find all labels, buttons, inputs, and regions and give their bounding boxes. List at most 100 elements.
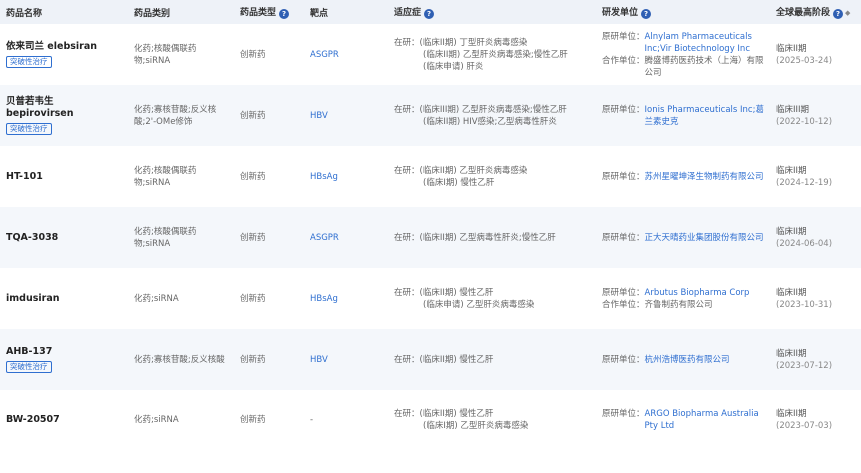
cell-org: 原研单位： Arbutus Biopharma Corp 合作单位： 齐鲁制药有限公司: [596, 268, 770, 329]
cell-category: 化药;siRNA: [134, 415, 179, 425]
phase-date: (2022-10-12): [776, 116, 833, 127]
org-line: 原研单位： 杭州浩博医药有限公司: [602, 354, 730, 366]
partner-name: 腾盛博药医药技术（上海）有限公司: [644, 55, 764, 78]
cell-phase: 临床III期 (2022-10-12): [770, 85, 861, 146]
cell-name: HT-101: [0, 146, 128, 207]
phase-label: 临床II期: [776, 226, 807, 237]
target-link[interactable]: HBsAg: [310, 172, 338, 182]
indication-line: (临床I期) 乙型肝炎病毒感染: [423, 421, 529, 431]
table-row[interactable]: AHB-137 突破性治疗 化药;寡核苷酸;反义核酸 创新药 HBV 在研：(临床II期)…: [0, 329, 861, 390]
phase-date: (2023-07-12): [776, 360, 833, 371]
phase-date: (2023-10-31): [776, 299, 833, 310]
phase-label: 临床II期: [776, 287, 807, 298]
col-header-phase[interactable]: 全球最高阶段? ◆: [770, 0, 861, 24]
target-link[interactable]: HBV: [310, 355, 328, 365]
org-line: 原研单位： Alnylam Pharmaceuticals Inc;Vir Bio…: [602, 31, 764, 55]
cell-indication: 在研：(临床III期) 乙型肝炎病毒感染;慢性乙肝 (临床II期) HIV感染;乙…: [388, 85, 596, 146]
org-link[interactable]: 正大天晴药业集团股份有限公司: [645, 232, 764, 244]
col-header-indication[interactable]: 适应症?: [388, 0, 596, 24]
col-header-org[interactable]: 研发单位?: [596, 0, 770, 24]
org-line: 原研单位： Ionis Pharmaceuticals Inc;葛兰素史克: [602, 104, 764, 128]
cell-org: 原研单位： Alnylam Pharmaceuticals Inc;Vir Bio…: [596, 24, 770, 85]
drug-name-link[interactable]: 贝普若韦生 bepirovirsen: [6, 96, 122, 120]
cell-name: 依来司兰 elebsiran 突破性治疗: [0, 24, 128, 85]
org-link[interactable]: 苏州星曜坤泽生物制药有限公司: [645, 171, 764, 183]
drug-table: 药品名称 药品类别 药品类型? 靶点 适应症? 研发单位? 全球最高阶段? ◆ 依…: [0, 0, 861, 450]
target-link[interactable]: ASGPR: [310, 233, 339, 243]
cell-type: 创新药: [234, 329, 304, 390]
org-line: 原研单位： 正大天晴药业集团股份有限公司: [602, 232, 764, 244]
cell-target: ASGPR: [304, 207, 388, 268]
org-line: 原研单位： Arbutus Biopharma Corp: [602, 287, 750, 299]
cell-phase: 临床II期 (2023-07-12): [770, 329, 861, 390]
phase-label: 临床II期: [776, 348, 807, 359]
help-icon[interactable]: ?: [424, 9, 435, 19]
org-link[interactable]: ARGO Biopharma Australia Pty Ltd: [645, 408, 764, 432]
indication-line: 在研：(临床II期) 慢性乙肝: [394, 354, 494, 365]
phase-date: (2025-03-24): [776, 55, 833, 66]
indication-line: (临床申请) 肝炎: [423, 61, 484, 72]
indication-line: (临床申请) 乙型肝炎病毒感染: [423, 299, 535, 310]
cell-type: 创新药: [240, 415, 266, 425]
target-link[interactable]: HBsAg: [310, 294, 338, 304]
sort-icon[interactable]: ◆: [845, 9, 850, 17]
cell-phase: 临床II期 (2025-03-24): [770, 24, 861, 85]
breakthrough-badge: 突破性治疗: [6, 56, 52, 68]
org-link[interactable]: 杭州浩博医药有限公司: [645, 354, 730, 366]
org-link[interactable]: Ionis Pharmaceuticals Inc;葛兰素史克: [645, 104, 764, 128]
org-link[interactable]: Arbutus Biopharma Corp: [645, 287, 750, 299]
help-icon[interactable]: ?: [833, 9, 844, 19]
target-link[interactable]: ASGPR: [310, 50, 339, 60]
table-row[interactable]: TQA-3038 化药;核酸偶联药物;siRNA 创新药 ASGPR 在研：(临床II期…: [0, 207, 861, 268]
drug-name-link[interactable]: BW-20507: [6, 414, 122, 426]
indication-line: (临床II期) HIV感染;乙型病毒性肝炎: [423, 116, 557, 127]
cell-type: 创新药: [240, 293, 266, 304]
cell-name: AHB-137 突破性治疗: [0, 329, 128, 390]
drug-name-link[interactable]: imdusiran: [6, 293, 122, 305]
target-link[interactable]: HBV: [310, 111, 328, 121]
org-line: 原研单位： 苏州星曜坤泽生物制药有限公司: [602, 171, 764, 183]
drug-name-link[interactable]: TQA-3038: [6, 232, 122, 244]
help-icon[interactable]: ?: [641, 9, 652, 19]
cell-name: 贝普若韦生 bepirovirsen 突破性治疗: [0, 85, 128, 146]
drug-name-link[interactable]: HT-101: [6, 171, 122, 183]
table-row[interactable]: HT-101 化药;核酸偶联药物;siRNA 创新药 HBsAg 在研：(临床II期) …: [0, 146, 861, 207]
help-icon[interactable]: ?: [279, 9, 290, 19]
indication-line: 在研：(临床II期) 乙型病毒性肝炎;慢性乙肝: [394, 232, 556, 243]
table-row[interactable]: BW-20507 化药;siRNA 创新药 - 在研：(临床II期) 慢性乙肝 (临床I期…: [0, 390, 861, 450]
table-row[interactable]: 依来司兰 elebsiran 突破性治疗 化药;核酸偶联药物;siRNA 创新药 ASG…: [0, 24, 861, 85]
cell-target: HBV: [304, 85, 388, 146]
col-header-category[interactable]: 药品类别: [128, 0, 234, 24]
cell-indication: 在研：(临床II期) 乙型肝炎病毒感染 (临床I期) 慢性乙肝: [388, 146, 596, 207]
cell-indication: 在研：(临床II期) 慢性乙肝 (临床I期) 乙型肝炎病毒感染: [388, 390, 596, 450]
table-row[interactable]: 贝普若韦生 bepirovirsen 突破性治疗 化药;寡核苷酸;反义核酸;2'-O…: [0, 85, 861, 146]
drug-name-link[interactable]: AHB-137: [6, 346, 122, 358]
col-header-name[interactable]: 药品名称: [0, 0, 128, 24]
org-link[interactable]: Alnylam Pharmaceuticals Inc;Vir Biotechn…: [645, 31, 764, 55]
table-header: 药品名称 药品类别 药品类型? 靶点 适应症? 研发单位? 全球最高阶段? ◆: [0, 0, 861, 24]
cell-org: 原研单位： ARGO Biopharma Australia Pty Ltd: [596, 390, 770, 450]
target-link: -: [310, 415, 314, 425]
cell-indication: 在研：(临床II期) 慢性乙肝 (临床申请) 乙型肝炎病毒感染: [388, 268, 596, 329]
drug-name-link[interactable]: 依来司兰 elebsiran: [6, 41, 122, 53]
cell-target: HBV: [304, 329, 388, 390]
cell-target: HBsAg: [304, 268, 388, 329]
partner-name: 齐鲁制药有限公司: [644, 299, 713, 310]
indication-line: (临床I期) 慢性乙肝: [423, 177, 495, 188]
phase-date: (2024-12-19): [776, 177, 833, 188]
col-header-type[interactable]: 药品类型?: [234, 0, 304, 24]
cell-category: 化药;siRNA: [134, 293, 179, 304]
phase-date: (2023-07-03): [776, 421, 833, 431]
breakthrough-badge: 突破性治疗: [6, 123, 52, 135]
table-row[interactable]: imdusiran 化药;siRNA 创新药 HBsAg 在研：(临床II期) 慢性乙肝…: [0, 268, 861, 329]
org-line: 原研单位： ARGO Biopharma Australia Pty Ltd: [602, 408, 764, 432]
cell-category: 化药;核酸偶联药物;siRNA: [134, 43, 197, 66]
cell-indication: 在研：(临床II期) 乙型病毒性肝炎;慢性乙肝: [388, 207, 596, 268]
cell-target: HBsAg: [304, 146, 388, 207]
cell-name: imdusiran: [0, 268, 128, 329]
partner-line: 合作单位： 齐鲁制药有限公司: [602, 299, 713, 310]
col-header-target[interactable]: 靶点: [304, 0, 388, 24]
cell-org: 原研单位： Ionis Pharmaceuticals Inc;葛兰素史克: [596, 85, 770, 146]
cell-category: 化药;核酸偶联药物;siRNA: [128, 207, 234, 268]
cell-category: 化药;寡核苷酸;反义核酸;2'-OMe修饰: [128, 85, 234, 146]
